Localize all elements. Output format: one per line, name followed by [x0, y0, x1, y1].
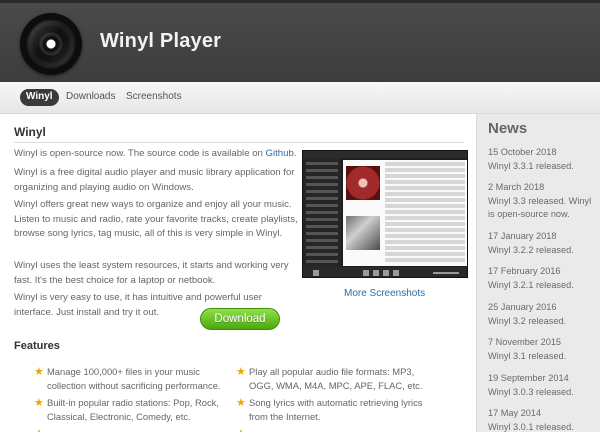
- news-item: 15 October 2018 Winyl 3.3.1 released.: [488, 146, 600, 173]
- features-paragraph: Winyl offers great new ways to organize …: [14, 199, 298, 239]
- performance-paragraph: Winyl uses the least system resources, i…: [14, 260, 289, 286]
- news-date: 7 November 2015: [488, 337, 562, 347]
- news-date: 17 February 2016: [488, 266, 561, 276]
- news-date: 2 March 2018: [488, 182, 545, 192]
- features-heading: Features: [14, 340, 60, 352]
- more-screenshots-link[interactable]: More Screenshots: [344, 288, 425, 299]
- feature-item: ★ Manage 100,000+ files in your music col…: [34, 366, 221, 391]
- star-icon: ★: [236, 366, 246, 378]
- news-date: 17 May 2014: [488, 408, 542, 418]
- news-text: Winyl 3.0.3 released.: [488, 386, 574, 397]
- news-text: Winyl 3.3 released. Winyl is open-source…: [488, 195, 592, 220]
- github-link[interactable]: Github: [266, 148, 294, 159]
- star-icon: ★: [34, 427, 44, 432]
- news-text: Winyl 3.1 released.: [488, 350, 567, 361]
- news-date: 19 September 2014: [488, 373, 569, 383]
- news-item: 17 February 2016 Winyl 3.2.1 released.: [488, 265, 600, 292]
- main-content: Winyl Winyl is open-source now. The sour…: [14, 120, 470, 432]
- nav-item-winyl[interactable]: Winyl: [20, 89, 59, 106]
- nav-item-screenshots[interactable]: Screenshots: [126, 91, 182, 102]
- news-item: 17 May 2014 Winyl 3.0.1 released.: [488, 407, 600, 432]
- star-icon: ★: [236, 427, 246, 432]
- star-icon: ★: [34, 366, 44, 378]
- star-icon: ★: [236, 397, 246, 409]
- news-sidebar: News 15 October 2018 Winyl 3.3.1 release…: [476, 114, 600, 432]
- news-item: 19 September 2014 Winyl 3.0.3 released.: [488, 372, 600, 399]
- news-item: 7 November 2015 Winyl 3.1 released.: [488, 336, 600, 363]
- star-icon: ★: [34, 397, 44, 409]
- feature-item: ★ Play all popular audio file formats: MP…: [236, 366, 423, 391]
- news-date: 15 October 2018: [488, 147, 557, 157]
- feature-item: ★ Song lyrics with automatic retrieving l…: [236, 397, 423, 422]
- description-paragraph: Winyl is a free digital audio player and…: [14, 167, 295, 193]
- news-item: 17 January 2018 Winyl 3.2.2 released.: [488, 230, 600, 257]
- feature-item: ★ Built-in popular radio stations: Pop, R…: [34, 397, 219, 422]
- site-header: Winyl Player: [0, 0, 600, 82]
- divider: [14, 142, 464, 143]
- news-item: 25 January 2016 Winyl 3.2 released.: [488, 301, 600, 328]
- page-title: Winyl: [14, 125, 46, 139]
- intro-paragraph: Winyl is open-source now. The source cod…: [14, 148, 297, 159]
- nav-item-downloads[interactable]: Downloads: [66, 91, 115, 102]
- vinyl-record-icon[interactable]: [20, 13, 82, 75]
- news-text: Winyl 3.2.1 released.: [488, 279, 574, 290]
- news-text: Winyl 3.3.1 released.: [488, 160, 574, 171]
- news-text: Winyl 3.2.2 released.: [488, 244, 574, 255]
- app-screenshot[interactable]: [302, 150, 468, 278]
- news-date: 25 January 2016: [488, 302, 557, 312]
- news-text: Winyl 3.0.1 released.: [488, 421, 574, 432]
- news-item: 2 March 2018 Winyl 3.3 released. Winyl i…: [488, 181, 600, 222]
- news-heading: News: [488, 120, 528, 137]
- main-nav: Winyl Downloads Screenshots: [0, 82, 600, 114]
- download-button[interactable]: Download: [200, 308, 280, 330]
- news-text: Winyl 3.2 released.: [488, 315, 567, 326]
- site-title[interactable]: Winyl Player: [100, 30, 221, 53]
- news-date: 17 January 2018: [488, 231, 557, 241]
